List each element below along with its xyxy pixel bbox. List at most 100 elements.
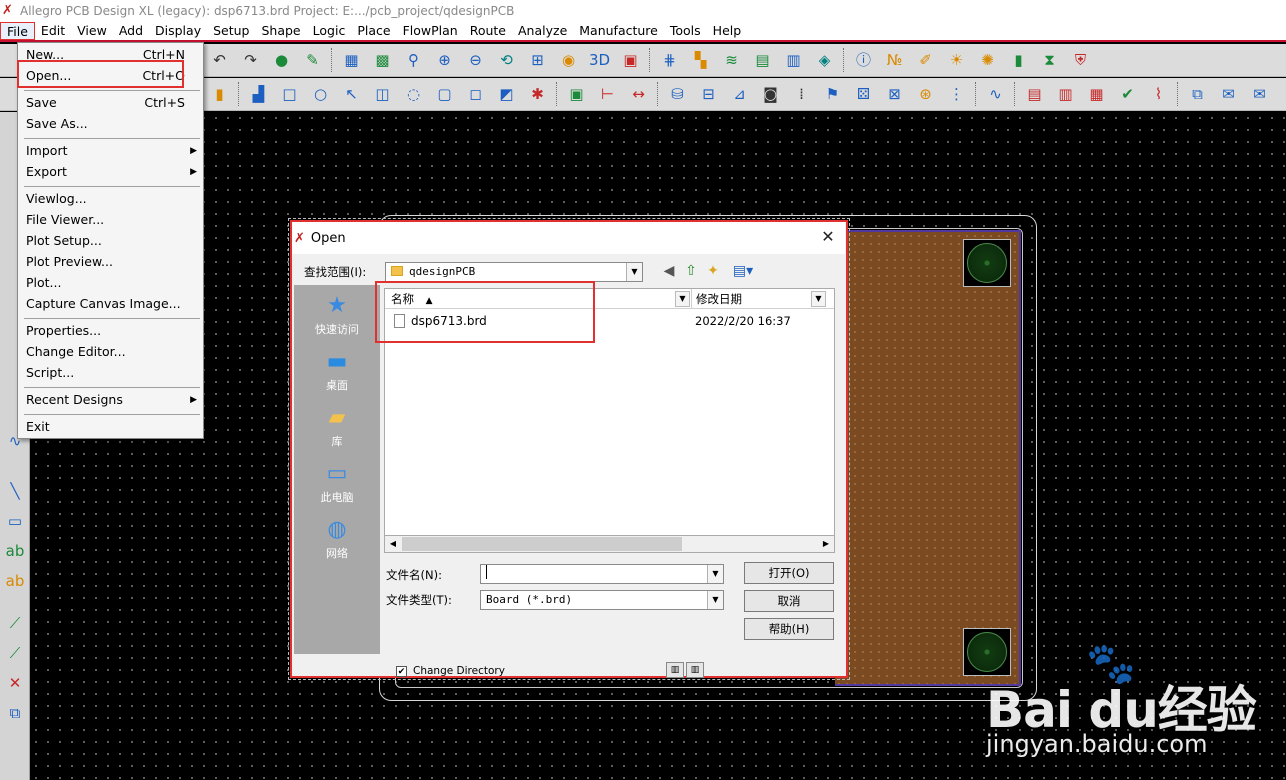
menu-item-script[interactable]: Script...: [19, 363, 203, 383]
scroll-left-icon[interactable]: ◀: [385, 536, 401, 552]
menu-display[interactable]: Display: [149, 22, 207, 40]
help-button[interactable]: 帮助(H): [744, 618, 834, 640]
menu-analyze[interactable]: Analyze: [512, 22, 573, 40]
doc-icon[interactable]: ▤: [1022, 82, 1048, 106]
ring-icon[interactable]: ◌: [401, 82, 427, 106]
info-icon[interactable]: ⓘ: [851, 48, 877, 72]
open-button[interactable]: 打开(O): [744, 562, 834, 584]
route2-tool-icon[interactable]: ⟋: [3, 640, 27, 666]
odb-icon[interactable]: ⛁: [665, 82, 691, 106]
place-network[interactable]: ◍ 网络: [294, 517, 380, 561]
cancel-button[interactable]: 取消: [744, 590, 834, 612]
place-this-pc[interactable]: ▭ 此电脑: [294, 461, 380, 505]
scroll-right-icon[interactable]: ▶: [818, 536, 834, 552]
menu-route[interactable]: Route: [464, 22, 512, 40]
layout-icon[interactable]: ▥: [666, 662, 684, 678]
scroll-thumb[interactable]: [402, 537, 682, 551]
probe-icon[interactable]: ⊛: [913, 82, 939, 106]
zoom-out-icon[interactable]: ⊖: [463, 48, 489, 72]
doc2-icon[interactable]: ▥: [1053, 82, 1079, 106]
menu-item-save[interactable]: Save Ctrl+S: [19, 93, 203, 113]
dim-icon[interactable]: ⊢: [595, 82, 621, 106]
grid-dots-icon[interactable]: ⋕: [657, 48, 683, 72]
menu-shape[interactable]: Shape: [255, 22, 306, 40]
layout2-icon[interactable]: ▥: [686, 662, 704, 678]
dice-icon[interactable]: ⚄: [851, 82, 877, 106]
camera-icon[interactable]: ◙: [758, 82, 784, 106]
sun-icon[interactable]: ☀: [944, 48, 970, 72]
menu-item-save-as[interactable]: Save As...: [19, 114, 203, 134]
flip-icon[interactable]: ▣: [618, 48, 644, 72]
doc3-icon[interactable]: ▦: [1084, 82, 1110, 106]
menu-item-capture-canvas[interactable]: Capture Canvas Image...: [19, 294, 203, 314]
undo-icon[interactable]: ↶: [207, 48, 233, 72]
menu-help[interactable]: Help: [707, 22, 748, 40]
route-icon[interactable]: ⌇: [1146, 82, 1172, 106]
bulb-icon[interactable]: ✺: [975, 48, 1001, 72]
menu-item-viewlog[interactable]: Viewlog...: [19, 189, 203, 209]
zoom-in-icon[interactable]: ⊕: [432, 48, 458, 72]
menu-item-plot-preview[interactable]: Plot Preview...: [19, 252, 203, 272]
menu-item-change-editor[interactable]: Change Editor...: [19, 342, 203, 362]
select-icon[interactable]: ↖: [339, 82, 365, 106]
refresh-icon[interactable]: ◉: [556, 48, 582, 72]
menu-tools[interactable]: Tools: [664, 22, 707, 40]
square2-icon[interactable]: ◻: [463, 82, 489, 106]
count-123-icon[interactable]: №: [882, 48, 908, 72]
menu-item-exit[interactable]: Exit: [19, 417, 203, 437]
flag-icon[interactable]: ⚑: [820, 82, 846, 106]
matrix-icon[interactable]: ⊠: [882, 82, 908, 106]
hourglass-icon[interactable]: ⧗: [1037, 48, 1063, 72]
menu-item-export[interactable]: Export ▶: [19, 162, 203, 182]
menu-item-plot[interactable]: Plot...: [19, 273, 203, 293]
text-icon[interactable]: ⁞: [789, 82, 815, 106]
zoom-window-icon[interactable]: ⊞: [525, 48, 551, 72]
chevron-down-icon[interactable]: ▼: [707, 565, 723, 583]
grid-icon[interactable]: ▦: [339, 48, 365, 72]
wave-icon[interactable]: ∿: [983, 82, 1009, 106]
up-folder-icon[interactable]: ⇧: [682, 262, 700, 280]
pages-icon[interactable]: ⧉: [1185, 82, 1211, 106]
pad-icon[interactable]: ▮: [207, 82, 233, 106]
place-quick-access[interactable]: ★ 快速访问: [294, 293, 380, 337]
shape-icon[interactable]: ◫: [370, 82, 396, 106]
chevron-down-icon[interactable]: ▼: [626, 263, 642, 281]
route-tool-icon[interactable]: ⟋: [3, 610, 27, 636]
menu-setup[interactable]: Setup: [207, 22, 255, 40]
dim2-icon[interactable]: ↔: [626, 82, 652, 106]
brush-icon[interactable]: ✐: [913, 48, 939, 72]
book-icon[interactable]: ⊟: [696, 82, 722, 106]
spread-icon[interactable]: ✱: [525, 82, 551, 106]
zoom-fit-icon[interactable]: ▩: [370, 48, 396, 72]
menu-add[interactable]: Add: [113, 22, 149, 40]
edit-text-icon[interactable]: ab: [3, 568, 27, 594]
mail-icon[interactable]: ✉: [1216, 82, 1242, 106]
column-date-dropdown[interactable]: ▼: [811, 291, 826, 307]
color-icon[interactable]: ▚: [688, 48, 714, 72]
menu-item-recent-designs[interactable]: Recent Designs ▶: [19, 390, 203, 410]
place-libraries[interactable]: ▰ 库: [294, 405, 380, 449]
pin-icon[interactable]: ●: [269, 48, 295, 72]
copy-tool-icon[interactable]: ⧉: [3, 700, 27, 726]
square-outline-icon[interactable]: □: [277, 82, 303, 106]
zoom-prev-icon[interactable]: ⟲: [494, 48, 520, 72]
ecm-icon[interactable]: ▤: [750, 48, 776, 72]
menu-view[interactable]: View: [71, 22, 113, 40]
rect-icon[interactable]: ▟: [246, 82, 272, 106]
layer-icon[interactable]: ≋: [719, 48, 745, 72]
place-desktop[interactable]: ▬ 桌面: [294, 349, 380, 393]
delete-route-icon[interactable]: ✕: [3, 670, 27, 696]
column-name-dropdown[interactable]: ▼: [675, 291, 690, 307]
horizontal-scrollbar[interactable]: ◀ ▶: [384, 535, 835, 553]
redo-icon[interactable]: ↷: [238, 48, 264, 72]
menu-edit[interactable]: Edit: [35, 22, 71, 40]
rule-icon[interactable]: ⊿: [727, 82, 753, 106]
line-tool-icon[interactable]: ╲: [3, 478, 27, 504]
new-folder-icon[interactable]: ✦: [704, 262, 722, 280]
menu-file[interactable]: File: [0, 22, 35, 40]
back-icon[interactable]: ◀: [660, 262, 678, 280]
square-icon[interactable]: ▢: [432, 82, 458, 106]
menu-place[interactable]: Place: [351, 22, 396, 40]
doc4-icon[interactable]: ✔: [1115, 82, 1141, 106]
circle-icon[interactable]: ○: [308, 82, 334, 106]
